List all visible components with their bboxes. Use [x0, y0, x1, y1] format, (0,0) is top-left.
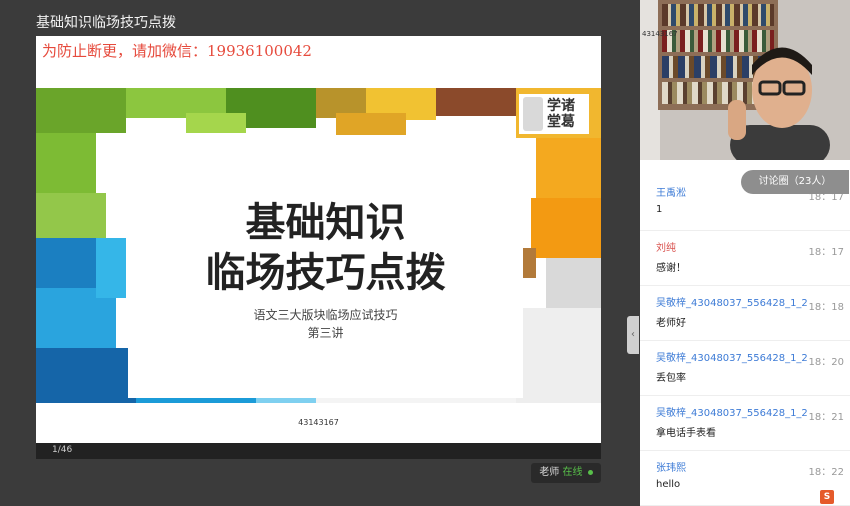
discussion-circle-button[interactable]: 讨论圈（23人）	[741, 170, 849, 194]
chat-text: 感谢！	[656, 263, 686, 274]
chat-text: 1	[656, 204, 663, 215]
slide-title-line2: 临场技巧点拨	[205, 250, 446, 296]
slide-content-card: 基础知识 临场技巧点拨 语文三大版块临场应试技巧 第三讲	[128, 158, 523, 398]
chat-message-list[interactable]: 王禹淞 18：17 1 刘纯 18：17 感谢！ 吴敬梓_43048037_556428_1…	[640, 176, 850, 506]
chat-sender-name[interactable]: 吴敬梓_43048037_556428_1_2	[656, 404, 808, 419]
teacher-video[interactable]: 43143167	[640, 0, 850, 160]
slide-lecture-number: 第三讲	[307, 326, 344, 340]
main-panel: 基础知识临场技巧点拨 为防止断更，请加微信：19936100042 学诸 堂葛 …	[0, 0, 640, 506]
chevron-left-icon: ‹	[631, 329, 635, 340]
chat-message: 吴敬梓_43048037_556428_1_2 18：21 拿电话手表看	[640, 396, 850, 451]
chat-text: 丢包率	[656, 373, 686, 384]
chat-text: 老师好	[656, 318, 686, 329]
chat-time: 18：17	[808, 247, 844, 258]
watermark-text: 为防止断更，请加微信：19936100042	[42, 42, 312, 60]
app-logo-icon: S	[820, 490, 834, 504]
zhuge-logo: 学诸 堂葛	[519, 94, 589, 134]
online-dot-icon	[587, 469, 593, 475]
collapse-panel-handle[interactable]: ‹	[627, 316, 639, 354]
slide-main-title: 基础知识 临场技巧点拨	[128, 198, 523, 298]
wall-background	[640, 0, 660, 160]
teacher-person-illustration	[728, 47, 830, 160]
chat-sender-name[interactable]: 吴敬梓_43048037_556428_1_2	[656, 349, 808, 364]
page-indicator-bar: 1/46	[36, 443, 601, 459]
chat-text: 拿电话手表看	[656, 428, 716, 439]
logo-text-top: 学诸	[547, 98, 575, 114]
side-panel: 43143167 王禹淞 18：17 1 刘纯 18：17 感谢！ 吴敬梓_43048037…	[640, 0, 850, 506]
chat-message: 刘纯 18：17 感谢！	[640, 231, 850, 286]
slide-subtitle: 语文三大版块临场应试技巧	[253, 308, 398, 322]
chat-time: 18：21	[808, 412, 844, 423]
chat-time: 18：20	[808, 357, 844, 368]
teacher-status-badge[interactable]: 老师 在线	[531, 463, 601, 483]
chat-sender-name[interactable]: 吴敬梓_43048037_556428_1_2	[656, 294, 808, 309]
course-title: 基础知识临场技巧点拨	[36, 15, 176, 31]
chat-message: 张玮熙 18：22 hello	[640, 451, 850, 506]
slide-title-line1: 基础知识	[245, 200, 406, 246]
slide-area[interactable]: 为防止断更，请加微信：19936100042 学诸 堂葛 基础知识 临场技巧点拨…	[36, 36, 601, 443]
chat-text: hello	[656, 479, 681, 490]
avatar-illustration-icon	[523, 97, 543, 131]
chat-time: 18：22	[808, 467, 844, 478]
teacher-label: 老师	[539, 467, 560, 478]
teacher-online-status: 在线	[562, 467, 583, 478]
chat-sender-name[interactable]: 刘纯	[656, 239, 676, 254]
logo-text-bottom: 堂葛	[547, 114, 575, 130]
chat-message: 吴敬梓_43048037_556428_1_2 18：18 老师好	[640, 286, 850, 341]
video-overlay-id: 43143167	[642, 30, 678, 38]
chat-message: 吴敬梓_43048037_556428_1_2 18：20 丢包率	[640, 341, 850, 396]
chat-sender-name[interactable]: 张玮熙	[656, 459, 686, 474]
chat-sender-name[interactable]: 王禹淞	[656, 184, 686, 199]
page-number: 1/46	[52, 445, 73, 455]
chat-time: 18：18	[808, 302, 844, 313]
slide-footer-id: 43143167	[298, 418, 339, 427]
